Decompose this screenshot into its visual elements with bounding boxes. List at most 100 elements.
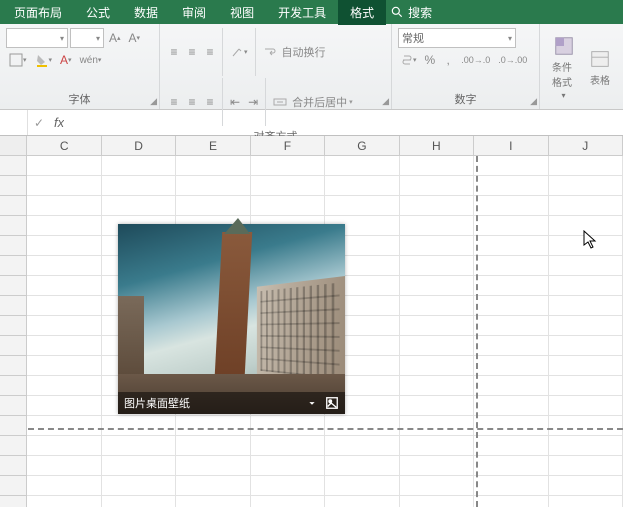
col-header[interactable]: I	[474, 136, 548, 155]
cell[interactable]	[176, 196, 250, 216]
cell[interactable]	[549, 496, 623, 507]
cell[interactable]	[549, 416, 623, 436]
align-dialog-launcher[interactable]: ◢	[382, 96, 389, 107]
cell[interactable]	[474, 176, 548, 196]
col-header[interactable]: D	[102, 136, 176, 155]
conditional-format-button[interactable]: 条件格式▾	[546, 33, 581, 102]
cell[interactable]	[400, 396, 474, 416]
search-label[interactable]: 搜索	[408, 4, 432, 21]
row-header[interactable]	[0, 356, 27, 376]
cell[interactable]	[400, 196, 474, 216]
cell[interactable]	[27, 416, 101, 436]
cell[interactable]	[251, 476, 325, 496]
col-header[interactable]: J	[549, 136, 623, 155]
row-header[interactable]	[0, 376, 27, 396]
cell[interactable]	[400, 476, 474, 496]
cell[interactable]	[474, 256, 548, 276]
font-family-select[interactable]: ▾	[6, 28, 68, 48]
cell[interactable]	[27, 176, 101, 196]
cell[interactable]	[549, 376, 623, 396]
cell[interactable]	[549, 336, 623, 356]
cell[interactable]	[474, 436, 548, 456]
row-header[interactable]	[0, 296, 27, 316]
border-button[interactable]: ▾	[6, 50, 30, 70]
cell[interactable]	[251, 436, 325, 456]
cell[interactable]	[102, 176, 176, 196]
cell[interactable]	[474, 416, 548, 436]
cell[interactable]	[176, 476, 250, 496]
cell[interactable]	[474, 156, 548, 176]
cell[interactable]	[474, 396, 548, 416]
number-format-select[interactable]: 常规▾	[398, 28, 516, 48]
cell[interactable]	[474, 216, 548, 236]
cell[interactable]	[176, 416, 250, 436]
col-header[interactable]: H	[400, 136, 474, 155]
expand-icon[interactable]	[325, 396, 339, 410]
row-header[interactable]	[0, 416, 27, 436]
cell[interactable]	[176, 456, 250, 476]
row-header[interactable]	[0, 236, 27, 256]
row-header[interactable]	[0, 396, 27, 416]
cell[interactable]	[400, 176, 474, 196]
font-dialog-launcher[interactable]: ◢	[150, 96, 157, 107]
tab-review[interactable]: 审阅	[170, 0, 218, 25]
cell[interactable]	[474, 356, 548, 376]
cell[interactable]	[549, 436, 623, 456]
cell[interactable]	[400, 236, 474, 256]
cell[interactable]	[549, 176, 623, 196]
cell[interactable]	[176, 176, 250, 196]
cell[interactable]	[549, 296, 623, 316]
cell[interactable]	[400, 316, 474, 336]
align-left-icon[interactable]: ≡	[166, 92, 182, 112]
increase-indent-icon[interactable]: ⇥	[245, 92, 261, 112]
cell[interactable]	[325, 476, 399, 496]
tab-page-layout[interactable]: 页面布局	[2, 0, 74, 25]
cell[interactable]	[400, 156, 474, 176]
cell[interactable]	[474, 336, 548, 356]
align-top-icon[interactable]: ≡	[166, 42, 182, 62]
cell[interactable]	[400, 276, 474, 296]
cell[interactable]	[549, 156, 623, 176]
cell[interactable]	[27, 216, 101, 236]
cell[interactable]	[251, 196, 325, 216]
cell[interactable]	[27, 276, 101, 296]
cell[interactable]	[27, 436, 101, 456]
fill-color-button[interactable]: ▾	[32, 50, 56, 70]
search-icon[interactable]	[390, 5, 404, 19]
cell[interactable]	[102, 156, 176, 176]
fx-icon[interactable]: fx	[50, 115, 64, 130]
cell[interactable]	[27, 336, 101, 356]
cell[interactable]	[549, 276, 623, 296]
cell[interactable]	[325, 456, 399, 476]
row-header[interactable]	[0, 336, 27, 356]
embedded-image[interactable]: 图片桌面壁纸	[118, 224, 345, 414]
comma-button[interactable]: ,	[440, 50, 456, 70]
col-header[interactable]: F	[251, 136, 325, 155]
cell[interactable]	[27, 196, 101, 216]
cell[interactable]	[400, 216, 474, 236]
cell[interactable]	[325, 176, 399, 196]
cell[interactable]	[27, 156, 101, 176]
tab-formulas[interactable]: 公式	[74, 0, 122, 25]
cell[interactable]	[474, 376, 548, 396]
phonetic-button[interactable]: wén▾	[77, 50, 105, 70]
cell[interactable]	[102, 496, 176, 507]
worksheet-grid[interactable]: C D E F G H I J 图片桌面壁纸	[0, 136, 623, 507]
cell[interactable]	[549, 456, 623, 476]
cell[interactable]	[27, 236, 101, 256]
cell[interactable]	[400, 296, 474, 316]
row-header[interactable]	[0, 436, 27, 456]
cell[interactable]	[549, 316, 623, 336]
cell[interactable]	[325, 156, 399, 176]
row-header[interactable]	[0, 256, 27, 276]
row-header[interactable]	[0, 216, 27, 236]
cell[interactable]	[400, 456, 474, 476]
row-header[interactable]	[0, 196, 27, 216]
cell[interactable]	[549, 256, 623, 276]
cell[interactable]	[474, 196, 548, 216]
increase-font-icon[interactable]: A▴	[106, 28, 124, 48]
cell[interactable]	[400, 496, 474, 507]
cell[interactable]	[27, 256, 101, 276]
select-all-corner[interactable]	[0, 136, 27, 155]
cell[interactable]	[251, 496, 325, 507]
